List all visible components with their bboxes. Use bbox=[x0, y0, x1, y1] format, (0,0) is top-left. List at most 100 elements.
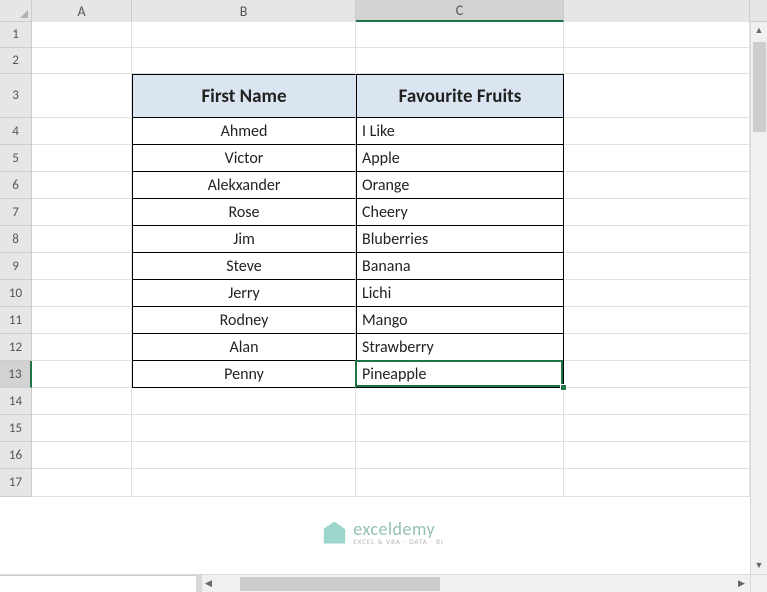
cell-D6[interactable] bbox=[564, 172, 750, 199]
cell-D14[interactable] bbox=[564, 388, 750, 415]
horizontal-scrollbar[interactable]: ◀ ▶ bbox=[200, 575, 750, 592]
cell-A1[interactable] bbox=[32, 22, 132, 48]
cell-A13[interactable] bbox=[32, 361, 132, 388]
scroll-down-icon[interactable]: ▼ bbox=[751, 557, 767, 574]
cell-D2[interactable] bbox=[564, 48, 750, 74]
cell-D4[interactable] bbox=[564, 118, 750, 145]
cell-A6[interactable] bbox=[32, 172, 132, 199]
header-fav-fruits[interactable]: Favourite Fruits bbox=[356, 74, 564, 118]
grid-area[interactable]: First NameFavourite FruitsAhmedI LikeVic… bbox=[32, 22, 767, 592]
name-10[interactable]: Jerry bbox=[132, 280, 356, 307]
row-header-12[interactable]: 12 bbox=[0, 334, 32, 361]
name-4[interactable]: Ahmed bbox=[132, 118, 356, 145]
cell-D1[interactable] bbox=[564, 22, 750, 48]
fruit-10[interactable]: Lichi bbox=[356, 280, 564, 307]
row-header-9[interactable]: 9 bbox=[0, 253, 32, 280]
scroll-right-icon[interactable]: ▶ bbox=[733, 575, 750, 592]
cell-C16[interactable] bbox=[356, 442, 564, 469]
fruit-4[interactable]: I Like bbox=[356, 118, 564, 145]
row-header-4[interactable]: 4 bbox=[0, 118, 32, 145]
fruit-5[interactable]: Apple bbox=[356, 145, 564, 172]
col-header-C[interactable]: C bbox=[356, 0, 564, 22]
row-header-13[interactable]: 13 bbox=[0, 361, 32, 388]
fruit-12[interactable]: Strawberry bbox=[356, 334, 564, 361]
cell-A3[interactable] bbox=[32, 74, 132, 118]
name-11[interactable]: Rodney bbox=[132, 307, 356, 334]
cell-D16[interactable] bbox=[564, 442, 750, 469]
cell-B16[interactable] bbox=[132, 442, 356, 469]
sheet-tab-area[interactable] bbox=[0, 575, 200, 592]
header-first-name[interactable]: First Name bbox=[132, 74, 356, 118]
row-header-11[interactable]: 11 bbox=[0, 307, 32, 334]
horizontal-scroll-thumb[interactable] bbox=[240, 577, 440, 591]
name-9[interactable]: Steve bbox=[132, 253, 356, 280]
cell-A15[interactable] bbox=[32, 415, 132, 442]
cell-A10[interactable] bbox=[32, 280, 132, 307]
cell-A17[interactable] bbox=[32, 469, 132, 497]
cell-D13[interactable] bbox=[564, 361, 750, 388]
cell-C1[interactable] bbox=[356, 22, 564, 48]
cell-C17[interactable] bbox=[356, 469, 564, 497]
col-header-A[interactable]: A bbox=[32, 0, 132, 22]
name-7[interactable]: Rose bbox=[132, 199, 356, 226]
fill-handle[interactable] bbox=[560, 384, 567, 391]
vertical-scrollbar[interactable]: ▲ ▼ bbox=[750, 22, 767, 574]
fruit-13[interactable]: Pineapple bbox=[356, 361, 564, 388]
cell-A2[interactable] bbox=[32, 48, 132, 74]
row-header-16[interactable]: 16 bbox=[0, 442, 32, 469]
cell-C2[interactable] bbox=[356, 48, 564, 74]
row-header-14[interactable]: 14 bbox=[0, 388, 32, 415]
row-header-5[interactable]: 5 bbox=[0, 145, 32, 172]
tab-split-handle[interactable] bbox=[196, 574, 202, 592]
fruit-11[interactable]: Mango bbox=[356, 307, 564, 334]
cell-A11[interactable] bbox=[32, 307, 132, 334]
name-5[interactable]: Victor bbox=[132, 145, 356, 172]
row-header-15[interactable]: 15 bbox=[0, 415, 32, 442]
cell-A12[interactable] bbox=[32, 334, 132, 361]
cell-D10[interactable] bbox=[564, 280, 750, 307]
row-header-7[interactable]: 7 bbox=[0, 199, 32, 226]
cell-A16[interactable] bbox=[32, 442, 132, 469]
fruit-8[interactable]: Bluberries bbox=[356, 226, 564, 253]
cell-B17[interactable] bbox=[132, 469, 356, 497]
select-all-corner[interactable] bbox=[0, 0, 32, 22]
cell-A7[interactable] bbox=[32, 199, 132, 226]
row-header-1[interactable]: 1 bbox=[0, 22, 32, 48]
cell-D11[interactable] bbox=[564, 307, 750, 334]
col-header-B[interactable]: B bbox=[132, 0, 356, 22]
cell-A14[interactable] bbox=[32, 388, 132, 415]
cell-A8[interactable] bbox=[32, 226, 132, 253]
col-header-blank[interactable] bbox=[564, 0, 750, 22]
scroll-left-icon[interactable]: ◀ bbox=[200, 575, 217, 592]
vertical-scroll-thumb[interactable] bbox=[753, 42, 766, 132]
row-header-8[interactable]: 8 bbox=[0, 226, 32, 253]
cell-B2[interactable] bbox=[132, 48, 356, 74]
row-header-6[interactable]: 6 bbox=[0, 172, 32, 199]
row-header-2[interactable]: 2 bbox=[0, 48, 32, 74]
name-8[interactable]: Jim bbox=[132, 226, 356, 253]
cell-C15[interactable] bbox=[356, 415, 564, 442]
cell-D7[interactable] bbox=[564, 199, 750, 226]
scroll-up-icon[interactable]: ▲ bbox=[751, 22, 767, 39]
name-12[interactable]: Alan bbox=[132, 334, 356, 361]
row-header-3[interactable]: 3 bbox=[0, 74, 32, 118]
row-header-10[interactable]: 10 bbox=[0, 280, 32, 307]
cell-B15[interactable] bbox=[132, 415, 356, 442]
cell-B14[interactable] bbox=[132, 388, 356, 415]
name-13[interactable]: Penny bbox=[132, 361, 356, 388]
cell-A9[interactable] bbox=[32, 253, 132, 280]
cell-A4[interactable] bbox=[32, 118, 132, 145]
row-header-17[interactable]: 17 bbox=[0, 469, 32, 497]
fruit-9[interactable]: Banana bbox=[356, 253, 564, 280]
fruit-6[interactable]: Orange bbox=[356, 172, 564, 199]
fruit-7[interactable]: Cheery bbox=[356, 199, 564, 226]
cell-D15[interactable] bbox=[564, 415, 750, 442]
cell-D12[interactable] bbox=[564, 334, 750, 361]
cell-D9[interactable] bbox=[564, 253, 750, 280]
cell-D5[interactable] bbox=[564, 145, 750, 172]
cell-C14[interactable] bbox=[356, 388, 564, 415]
cell-D8[interactable] bbox=[564, 226, 750, 253]
name-6[interactable]: Alekxander bbox=[132, 172, 356, 199]
cell-A5[interactable] bbox=[32, 145, 132, 172]
cell-B1[interactable] bbox=[132, 22, 356, 48]
